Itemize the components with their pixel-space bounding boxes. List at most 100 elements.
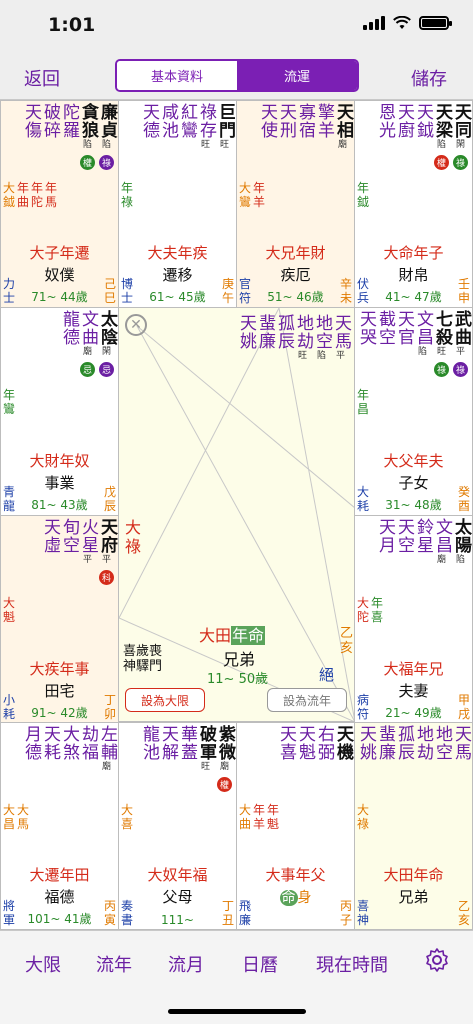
star-name: 孤辰 [394, 725, 414, 761]
star-column: 天府平科 [97, 518, 117, 585]
minor-star-char: 鸞 [3, 402, 16, 416]
star-column: 天鉞 [413, 103, 433, 170]
star-column: 貪狼陷權 [78, 103, 98, 170]
star-name: 蜚廉 [375, 725, 395, 761]
save-button[interactable]: 儲存 [411, 65, 447, 91]
palace-cell-chou[interactable]: 紫微廟權破軍旺華蓋 天解 龍池大喜大奴年福 父母奏書丁丑 111~ [118, 722, 237, 930]
palace-cell-si[interactable]: 廉貞陷祿貪狼陷權陀羅 破碎 天傷大鉞年曲年陀年馬大子年遷 奴僕力士己巳 71~ 44歲 [0, 100, 119, 308]
palace-cell-yin[interactable]: 左輔廟劫福 大煞 天耗 月德大昌大馬大遷年田 福德將軍丙寅 101~ 41歲 [0, 722, 119, 930]
minor-star-char: 喜 [371, 610, 384, 624]
tab-liunian[interactable]: 流年 [96, 951, 132, 977]
minor-star: 年祿 [121, 181, 133, 209]
palace-cell-you[interactable]: 武曲平祿七殺旺祿文昌陷天官 截空 天哭年昌大父年夫 子女大耗癸酉 31~ 48歲 [354, 307, 473, 516]
star-brightness: 陷 [82, 140, 92, 150]
palace-cell-hai[interactable]: 天馬 地空 地劫 孤辰 蜚廉 天姚大祿大田年命 兄弟喜神 乙亥 [354, 722, 473, 930]
minor-star-char: 年 [121, 181, 134, 195]
palace-name: 田宅 [44, 682, 75, 700]
ganzhi-char: 子 [339, 913, 352, 927]
minor-star-char: 魁 [267, 817, 280, 831]
star-brightness: 廟 [219, 762, 229, 772]
minor-star-list: 大昌大馬 [3, 803, 29, 831]
star-name: 破軍 [196, 725, 216, 761]
star-column: 華蓋 [177, 725, 197, 792]
star-name: 太陰 [97, 310, 117, 346]
star-column: 孤辰 [394, 725, 414, 774]
star-list: 左輔廟劫福 大煞 天耗 月德 [21, 725, 117, 774]
star-column: 擎羊 [314, 103, 334, 152]
palace-cell-chen[interactable]: 太陰閑忌文曲廟忌龍德年鸞大財年奴 事業青龍戊辰 81~ 43歲 [0, 307, 119, 516]
star-column: 火星平 [78, 518, 98, 585]
gear-icon[interactable] [424, 947, 450, 973]
palace-cell-shen[interactable]: 天同閑祿天梁陷權天鉞 天廚 恩光年鉞大命年子 財帛伏兵壬申 41~ 47歲 [354, 100, 473, 308]
tab-flow[interactable]: 流運 [237, 61, 357, 90]
center-gan: 乙亥 [340, 626, 354, 656]
star-column: 天哭 [356, 310, 376, 377]
star-column: 劫福 [78, 725, 98, 774]
tab-basic-info[interactable]: 基本資料 [117, 61, 237, 90]
star-column: 紅鸞 [177, 103, 197, 152]
tab-current-time[interactable]: 現在時間 [316, 951, 388, 977]
palace-cell-mao[interactable]: 天府平科火星平旬空 天虛大魁大疾年事 田宅小耗丁卯 91~ 42歲 [0, 515, 119, 724]
close-icon[interactable]: ✕ [125, 314, 147, 336]
star-name: 天哭 [356, 310, 376, 346]
star-brightness: 陷 [455, 555, 465, 565]
star-name: 天使 [257, 103, 277, 139]
minor-star-char: 大 [357, 803, 370, 817]
star-column: 文昌廟 [432, 518, 452, 567]
star-column: 天梁陷權 [432, 103, 452, 170]
star-name: 龍池 [139, 725, 159, 761]
age-range: 31~ 48歲 [385, 498, 442, 512]
back-button[interactable]: 返回 [24, 65, 60, 91]
star-column: 紫微廟權 [215, 725, 235, 792]
star-brightness: 旺 [297, 351, 307, 361]
palace-cell-wei[interactable]: 天相廟擎羊 寡宿 天刑 天使大鸞年羊大兄年財 疾厄官符辛未 51~ 46歲 [236, 100, 355, 308]
star-name: 天月 [375, 518, 395, 554]
star-name: 破碎 [40, 103, 60, 139]
status-icons [363, 16, 452, 30]
status-bar: 1:01 [0, 0, 473, 48]
minor-star-char: 曲 [239, 817, 252, 831]
nav-bar: 返回 基本資料 流運 儲存 [0, 48, 473, 100]
minor-star: 大鉞 [3, 181, 15, 209]
minor-star-char: 大 [357, 596, 370, 610]
minor-star-char: 喜 [121, 817, 134, 831]
star-column: 寡宿 [295, 103, 315, 152]
star-name: 火星 [78, 518, 98, 554]
star-name: 天空 [394, 518, 414, 554]
stage-label: 大父年夫 [383, 452, 444, 470]
palace-name: 疾厄 [280, 266, 311, 284]
minor-star-char: 馬 [45, 195, 58, 209]
ming-marker: 命 [279, 890, 298, 906]
star-list: 天相廟擎羊 寡宿 天刑 天使 [257, 103, 353, 152]
tab-liuyue[interactable]: 流月 [168, 951, 204, 977]
set-daxian-button[interactable]: 設為大限 [125, 688, 205, 712]
minor-star: 年曲 [17, 181, 29, 209]
tab-calendar[interactable]: 日曆 [242, 951, 278, 977]
star-name: 孤辰 [274, 314, 294, 350]
star-name: 右弼 [314, 725, 334, 761]
star-name: 天耗 [40, 725, 60, 761]
star-name: 紫微 [215, 725, 235, 761]
tab-daxian[interactable]: 大限 [25, 951, 61, 977]
star-list: 紫微廟權破軍旺華蓋 天解 龍池 [139, 725, 235, 792]
palace-name: 父母 [162, 888, 193, 906]
star-column: 天傷 [21, 103, 41, 170]
minor-star-list: 大鸞年羊 [239, 181, 265, 209]
stage-label: 大命年子 [383, 244, 444, 262]
set-liunian-button[interactable]: 設為流年 [267, 688, 347, 712]
palace-cell-zi[interactable]: 天機 右弼 天魁 天喜大曲年羊年魁大事年父飛廉丙子命身 [236, 722, 355, 930]
boshi-char: 奏 [121, 899, 134, 913]
palace-name: 財帛 [398, 266, 429, 284]
star-name: 七殺 [432, 310, 452, 346]
star-column: 地空陷 [312, 314, 332, 363]
minor-star: 大鸞 [239, 181, 251, 209]
star-name: 文昌 [413, 310, 433, 346]
star-brightness: 陷 [316, 351, 326, 361]
palace-cell-wu[interactable]: 巨門旺祿存旺紅鸞 咸池 天德年祿大夫年疾 遷移博士庚午 61~ 45歲 [118, 100, 237, 308]
star-name: 天喜 [276, 725, 296, 761]
star-name: 天機 [333, 725, 353, 761]
minor-star: 年昌 [357, 388, 369, 416]
minor-star: 大馬 [17, 803, 29, 831]
palace-cell-xu[interactable]: 太陽陷文昌廟鈴星 天空 天月大陀年喜大福年兄 夫妻病符甲戌 21~ 49歲 [354, 515, 473, 724]
star-column: 天同閑祿 [451, 103, 471, 170]
